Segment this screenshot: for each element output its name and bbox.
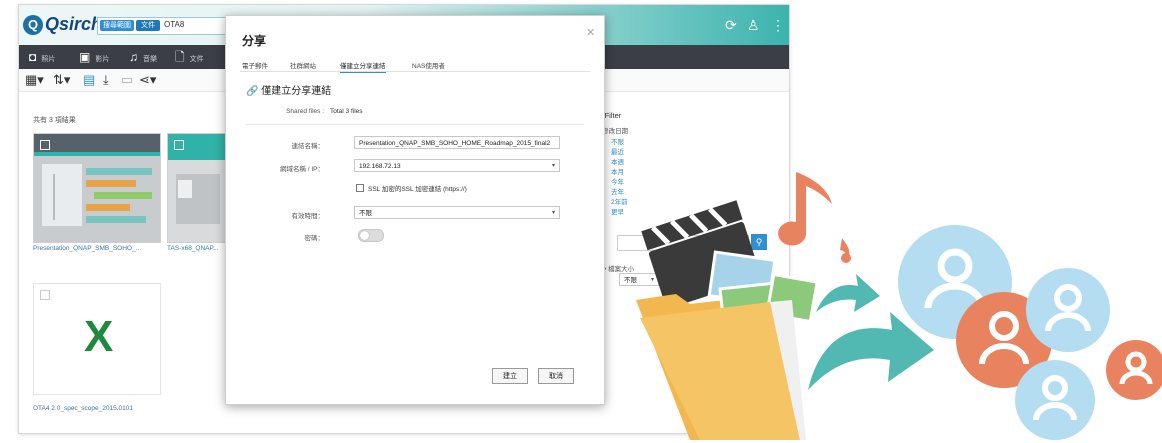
nav-item-videos[interactable]: ▣ 影片 xyxy=(79,49,109,68)
qsirch-logo-icon: Q xyxy=(23,15,43,35)
cancel-button[interactable]: 取消 xyxy=(538,368,574,384)
select-checkbox[interactable] xyxy=(174,140,184,150)
search-query: OTA8 xyxy=(164,20,185,29)
link-name-label: 連結名稱： xyxy=(291,143,325,150)
ssl-checkbox[interactable] xyxy=(356,184,364,192)
tab-divider xyxy=(240,71,590,72)
view-mode-icon[interactable]: ▦▾ xyxy=(25,72,44,88)
result-thumbnail-excel[interactable]: X xyxy=(33,283,161,395)
link-icon: 🔗 xyxy=(246,86,259,97)
share-link-section-title: 🔗 僅建立分享連結 xyxy=(246,86,332,97)
share-illustration xyxy=(636,172,1162,440)
user-group-icon xyxy=(898,225,1162,440)
dialog-title: 分享 xyxy=(242,34,267,48)
result-thumbnail-tas[interactable] xyxy=(167,133,229,243)
password-toggle[interactable] xyxy=(358,229,384,242)
folder-icon[interactable]: ▭ xyxy=(121,72,133,88)
result-thumbnail-presentation[interactable] xyxy=(33,133,161,243)
divider xyxy=(246,124,584,125)
shared-files-label: Shared files : xyxy=(286,108,324,115)
result-caption[interactable]: TAS-x68_QNAP... xyxy=(167,245,218,252)
excel-icon: X xyxy=(84,312,114,361)
search-chip-type[interactable]: 文件 xyxy=(136,20,160,31)
document-icon: 🗋 xyxy=(175,50,185,64)
link-name-input[interactable]: Presentation_QNAP_SMB_SOHO_HOME_Roadmap_… xyxy=(354,136,560,149)
select-checkbox[interactable] xyxy=(40,290,50,300)
nav-item-documents[interactable]: 🗋 文件 xyxy=(175,49,204,68)
date-option[interactable]: 最近 xyxy=(611,148,628,158)
select-checkbox[interactable] xyxy=(40,140,50,150)
date-option[interactable]: 不限 xyxy=(611,138,628,148)
app-logo-text: Qsirch xyxy=(45,14,103,34)
expire-label: 有效時間： xyxy=(291,213,325,220)
result-caption[interactable]: OTA4 2.0_spec_scope_2015.0101 xyxy=(33,405,133,412)
domain-select[interactable]: 192.168.72.13 ▾ xyxy=(354,159,560,172)
music-icon: ♫ xyxy=(129,50,138,64)
nav-item-music[interactable]: ♫ 音樂 xyxy=(129,49,157,68)
video-icon: ▣ xyxy=(79,50,91,64)
search-input[interactable]: 搜尋範圍 文件 OTA8 xyxy=(97,17,239,35)
music-note-icon xyxy=(778,172,851,263)
tas-preview-image xyxy=(168,134,228,242)
more-icon[interactable]: ⋮ xyxy=(771,17,785,34)
user-icon[interactable]: ♙ xyxy=(747,17,760,34)
ssl-label: SSL 加密的SSL 加密連結 (https://) xyxy=(368,186,467,193)
toggle-knob xyxy=(360,231,369,240)
chevron-down-icon: ▾ xyxy=(551,210,555,216)
expire-select[interactable]: 不限 ▾ xyxy=(354,206,560,219)
search-chip-scope[interactable]: 搜尋範圍 xyxy=(100,20,134,31)
domain-label: 網域名稱 / IP： xyxy=(279,166,324,173)
shared-files-value: Total 3 files xyxy=(330,108,363,115)
select-all-icon[interactable]: ▤ xyxy=(83,72,95,88)
chevron-down-icon: ▾ xyxy=(551,163,555,169)
tab-social[interactable]: 社群網站 xyxy=(290,60,316,70)
sort-icon[interactable]: ⇅▾ xyxy=(53,72,70,88)
download-icon[interactable]: ⤓ xyxy=(103,72,109,88)
password-label: 密碼： xyxy=(304,235,325,242)
result-caption[interactable]: Presentation_QNAP_SMB_SOHO_... xyxy=(33,245,141,252)
results-count: 共有 3 項結果 xyxy=(33,117,76,124)
create-button[interactable]: 建立 xyxy=(492,368,528,384)
refresh-icon[interactable]: ⟳ xyxy=(725,17,737,34)
close-icon[interactable]: ✕ xyxy=(586,26,595,39)
presentation-preview-image xyxy=(34,134,160,242)
tab-nas-user[interactable]: NAS使用者 xyxy=(412,60,445,70)
share-dialog: 分享 ✕ 電子郵件 社群網站 僅建立分享連結 NAS使用者 🔗 僅建立分享連結 … xyxy=(225,15,605,405)
nav-item-photos[interactable]: ◘ 照片 xyxy=(29,49,55,68)
share-icon[interactable]: ⋖▾ xyxy=(139,72,156,88)
tab-email[interactable]: 電子郵件 xyxy=(242,60,268,70)
camera-icon: ◘ xyxy=(29,50,37,64)
